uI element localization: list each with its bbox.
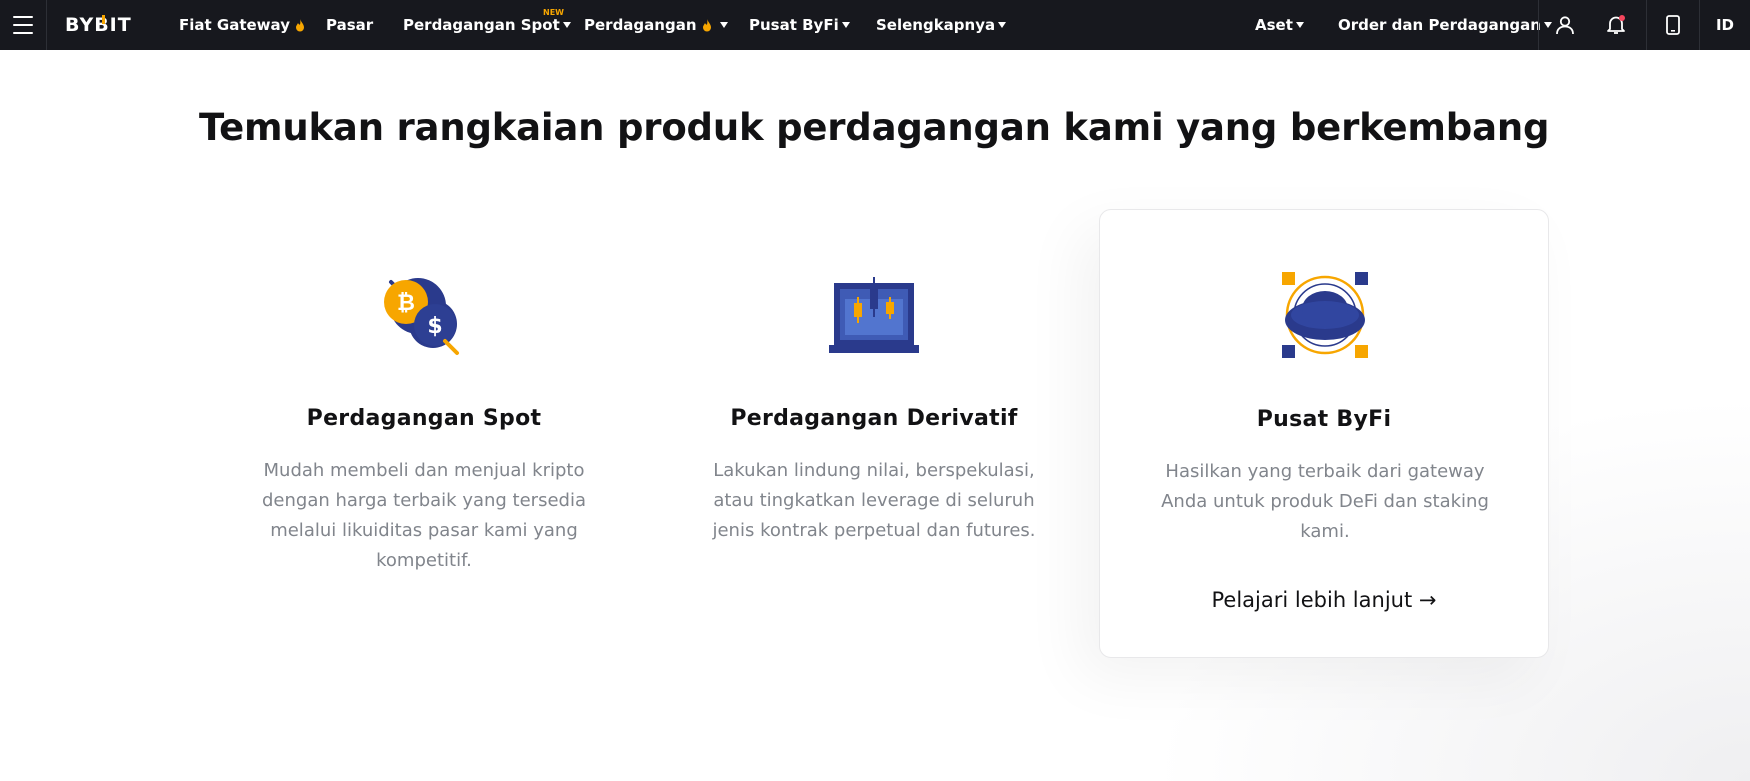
chevron-down-icon bbox=[998, 22, 1007, 28]
nav-fiat-gateway[interactable]: Fiat Gateway bbox=[179, 0, 305, 50]
new-badge: NEW bbox=[543, 8, 564, 17]
language-label: ID bbox=[1715, 16, 1735, 34]
nav-pasar[interactable]: Pasar bbox=[326, 0, 373, 50]
bybit-logo[interactable]: BYBIT bbox=[65, 0, 135, 50]
svg-text:$: $ bbox=[427, 314, 442, 339]
mobile-icon[interactable] bbox=[1647, 0, 1699, 50]
card-title: Pusat ByFi bbox=[1256, 407, 1392, 432]
nav-perdagangan[interactable]: Perdagangan bbox=[584, 0, 728, 50]
derivatives-candles-icon bbox=[829, 277, 919, 353]
card-byfi-center[interactable]: Pusat ByFi Hasilkan yang terbaik dari ga… bbox=[1099, 209, 1549, 658]
chevron-down-icon bbox=[562, 22, 571, 28]
nav-fiat-gateway-label: Fiat Gateway bbox=[179, 16, 290, 34]
nav-pasar-label: Pasar bbox=[326, 16, 374, 34]
chevron-down-icon bbox=[719, 22, 728, 28]
card-title: Perdagangan Derivatif bbox=[730, 406, 1018, 431]
card-derivatives-trading: Perdagangan Derivatif Lakukan lindung ni… bbox=[649, 209, 1099, 658]
nav-selengkapnya[interactable]: Selengkapnya bbox=[876, 0, 1007, 50]
card-description: Mudah membeli dan menjual kripto dengan … bbox=[261, 460, 586, 571]
bell-icon[interactable] bbox=[1591, 0, 1641, 50]
fire-icon bbox=[702, 18, 711, 31]
learn-more-link[interactable]: Pelajari lebih lanjut → bbox=[1100, 588, 1548, 612]
byfi-cloud-icon bbox=[1282, 272, 1368, 358]
nav-perdagangan-label: Perdagangan bbox=[584, 16, 697, 34]
nav-aset-label: Aset bbox=[1255, 16, 1293, 34]
card-description: Hasilkan yang terbaik dari gateway Anda … bbox=[1161, 461, 1489, 542]
spot-coins-icon: ₿ $ bbox=[384, 278, 459, 355]
menu-icon[interactable] bbox=[0, 0, 47, 50]
user-icon[interactable] bbox=[1539, 0, 1591, 50]
chevron-down-icon bbox=[841, 22, 850, 28]
language-selector[interactable]: ID bbox=[1700, 0, 1750, 50]
nav-pusat-byfi-label: Pusat ByFi bbox=[749, 16, 839, 34]
logo-text: BYBIT bbox=[65, 14, 132, 36]
page-title: Temukan rangkaian produk perdagangan kam… bbox=[199, 106, 1550, 149]
nav-perdagangan-spot[interactable]: Perdagangan Spot NEW bbox=[403, 0, 571, 50]
chevron-down-icon bbox=[1295, 22, 1304, 28]
nav-perdagangan-spot-label: Perdagangan Spot bbox=[403, 16, 560, 34]
card-spot-trading: ₿ $ Perdagangan Spot Mudah membeli dan m… bbox=[199, 209, 649, 658]
nav-order-perdagangan-label: Order dan Perdagangan bbox=[1338, 16, 1541, 34]
nav-pusat-byfi[interactable]: Pusat ByFi bbox=[749, 0, 850, 50]
fire-icon bbox=[295, 18, 304, 31]
card-title: Perdagangan Spot bbox=[306, 406, 542, 431]
card-description: Lakukan lindung nilai, berspekulasi, ata… bbox=[712, 460, 1036, 541]
svg-text:₿: ₿ bbox=[397, 291, 415, 316]
nav-selengkapnya-label: Selengkapnya bbox=[876, 16, 996, 34]
nav-aset[interactable]: Aset bbox=[1255, 0, 1304, 50]
nav-order-perdagangan[interactable]: Order dan Perdagangan bbox=[1338, 0, 1552, 50]
